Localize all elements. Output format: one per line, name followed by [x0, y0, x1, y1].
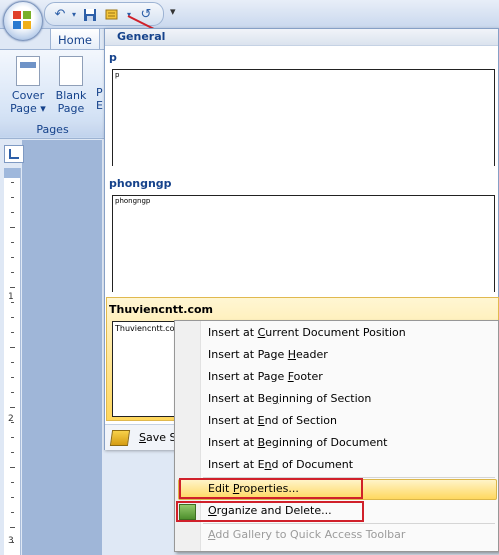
gallery-preview-text: p [115, 71, 120, 79]
ruler-tick [11, 542, 14, 543]
quick-parts-icon[interactable] [105, 8, 119, 22]
document-area [22, 140, 102, 555]
menu-item-insert-header[interactable]: Insert at Page Header [208, 345, 328, 365]
blank-page-icon [59, 56, 83, 86]
ruler-tick [11, 182, 14, 183]
ruler-tick [10, 527, 15, 528]
blank-page-label1: Blank [55, 89, 87, 102]
page-break-label2: E [96, 99, 103, 112]
office-button[interactable] [3, 1, 43, 41]
ruler-tick [11, 437, 14, 438]
office-logo-icon [13, 11, 31, 29]
save-icon[interactable] [83, 8, 97, 22]
gallery-preview-text: Thuviencntt.com [115, 324, 183, 333]
ruler-tick [11, 377, 14, 378]
save-selection-icon [109, 430, 131, 446]
gallery-item-title: phongngp [109, 177, 172, 190]
menu-separator [203, 523, 495, 524]
ruler-tick [11, 422, 14, 423]
page-break-label1: P [96, 86, 103, 99]
cover-page-label1: Cover [11, 89, 45, 102]
ruler-tick [10, 467, 15, 468]
tab-stop-icon [9, 149, 19, 159]
menu-item-insert-current[interactable]: Insert at Current Document Position [208, 323, 406, 343]
tab-home[interactable]: Home [50, 28, 100, 51]
blank-page-button[interactable]: Blank Page [51, 56, 91, 115]
gallery-item-p[interactable]: p [112, 69, 495, 166]
blank-page-label2: Page [57, 102, 85, 115]
ruler-tick [11, 452, 14, 453]
menu-item-insert-section-start[interactable]: Insert at Beginning of Section [208, 389, 371, 409]
ruler-tick [11, 257, 14, 258]
menu-item-insert-doc-start[interactable]: Insert at Beginning of Document [208, 433, 388, 453]
menu-item-insert-doc-end[interactable]: Insert at End of Document [208, 455, 353, 475]
ruler-tick [11, 497, 14, 498]
ruler-tick [11, 212, 14, 213]
undo-icon[interactable]: ↶ [53, 8, 67, 22]
annotation-box-organize [176, 501, 364, 522]
gallery-item-title: Thuviencntt.com [109, 303, 213, 316]
ruler-tick [11, 242, 14, 243]
ruler-tick [10, 347, 15, 348]
ruler-tick [11, 302, 14, 303]
ruler-tick [11, 362, 14, 363]
gallery-category: General [117, 30, 166, 43]
annotation-box-edit [179, 478, 363, 499]
gallery-header: General [105, 29, 498, 46]
ruler-margin [4, 168, 20, 178]
ruler-tick [10, 287, 15, 288]
ruler-number: 3 [8, 536, 14, 546]
ruler-tick [11, 512, 14, 513]
vertical-ruler[interactable]: 1 2 3 [4, 168, 21, 555]
context-menu: Insert at Current Document Position Inse… [174, 320, 499, 552]
menu-item-add-to-qat: Add Gallery to Quick Access Toolbar [208, 528, 406, 541]
ruler-tick [11, 272, 14, 273]
ruler-tick [11, 197, 14, 198]
menu-item-insert-footer[interactable]: Insert at Page Footer [208, 367, 323, 387]
ruler-tick [11, 392, 14, 393]
ruler-tick [10, 227, 15, 228]
ruler-number: 1 [8, 292, 14, 302]
gallery-item-phongngp[interactable]: phongngp [112, 195, 495, 292]
group-pages-label: Pages [0, 122, 105, 137]
cover-page-button[interactable]: Cover Page ▾ [8, 56, 48, 115]
gallery-item-title: p [109, 51, 117, 64]
undo-dropdown-icon[interactable]: ▾ [67, 8, 81, 22]
cover-page-label2: Page ▾ [10, 102, 46, 115]
tab-selector-button[interactable] [4, 145, 24, 163]
ruler-tick [11, 317, 14, 318]
ruler-tick [10, 407, 15, 408]
menu-item-insert-section-end[interactable]: Insert at End of Section [208, 411, 337, 431]
ruler-tick [11, 482, 14, 483]
gallery-preview-text: phongngp [115, 197, 151, 205]
cover-page-icon [16, 56, 40, 86]
ruler-tick [11, 332, 14, 333]
